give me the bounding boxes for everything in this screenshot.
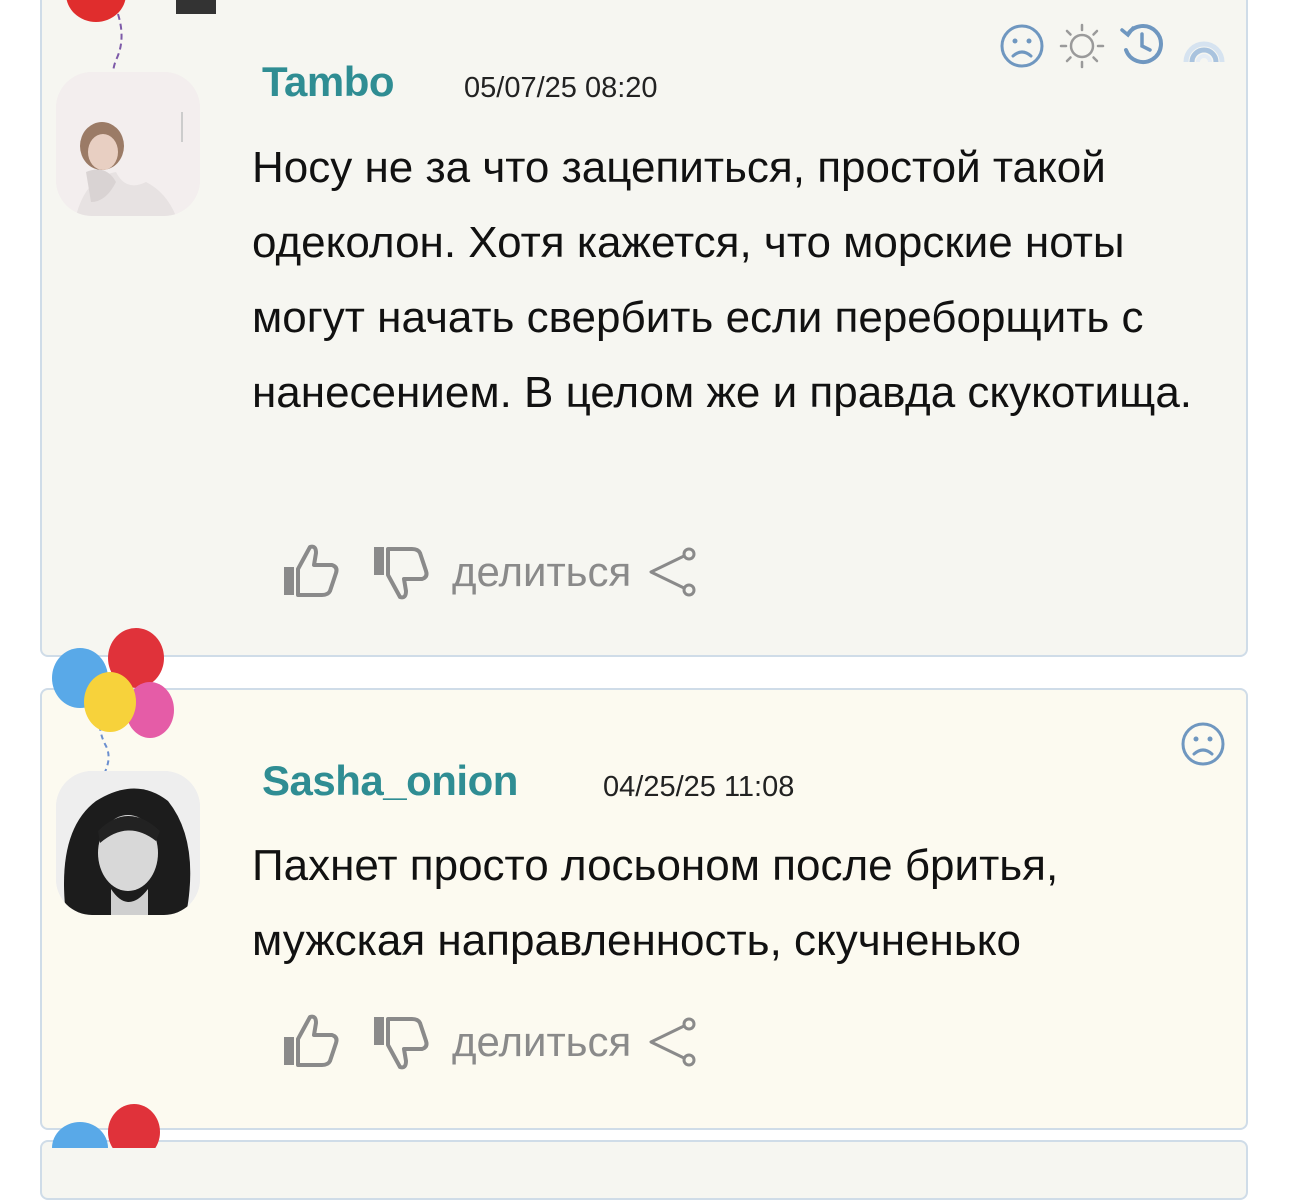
- thumbs-up-icon[interactable]: [280, 541, 342, 603]
- username[interactable]: Tambo: [262, 58, 395, 106]
- thumbs-down-icon[interactable]: [370, 541, 432, 603]
- balloons-decoration: [52, 1104, 160, 1148]
- balloons-decoration: [52, 628, 174, 775]
- share-icon[interactable]: [645, 1014, 701, 1070]
- share-icon[interactable]: [645, 544, 701, 600]
- comment-actions: делиться: [280, 542, 701, 602]
- username[interactable]: Sasha_onion: [262, 757, 518, 805]
- share-button[interactable]: делиться: [452, 548, 631, 596]
- clock-history-icon[interactable]: [1118, 20, 1166, 68]
- comment-actions: делиться: [280, 1012, 701, 1072]
- avatar[interactable]: [56, 771, 200, 915]
- rainbow-icon[interactable]: [1180, 22, 1228, 70]
- share-button[interactable]: делиться: [452, 1018, 631, 1066]
- avatar[interactable]: [56, 72, 200, 216]
- timestamp: 05/07/25 08:20: [464, 72, 658, 104]
- comment-text: Пахнет просто лосьоном после бритья, муж…: [252, 841, 1059, 965]
- thumbs-down-icon[interactable]: [370, 1011, 432, 1073]
- comment-text: Носу не за что зацепиться, простой такой…: [252, 143, 1193, 417]
- sad-face-icon[interactable]: [998, 22, 1046, 70]
- timestamp: 04/25/25 11:08: [603, 771, 795, 803]
- comment-card: [40, 1140, 1248, 1200]
- sad-face-icon[interactable]: [1179, 720, 1227, 768]
- thumbs-up-icon[interactable]: [280, 1011, 342, 1073]
- sun-icon[interactable]: [1058, 22, 1106, 70]
